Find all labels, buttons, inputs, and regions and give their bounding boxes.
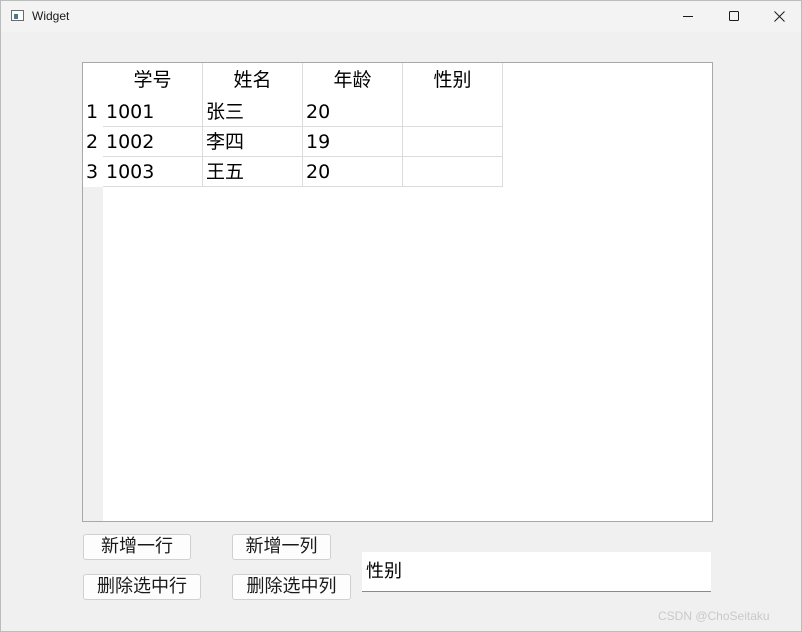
column-header-gender[interactable]: 性别 <box>403 63 503 97</box>
row-header[interactable]: 3 <box>83 157 103 187</box>
delete-selected-column-button[interactable]: 删除选中列 <box>232 574 351 600</box>
window-title: Widget <box>32 9 70 23</box>
table-cell[interactable]: 20 <box>303 97 403 127</box>
table-cell[interactable]: 张三 <box>203 97 303 127</box>
table-corner[interactable] <box>83 63 103 97</box>
table-cell[interactable]: 1002 <box>103 127 203 157</box>
minimize-button[interactable] <box>665 1 711 32</box>
row-header[interactable]: 1 <box>83 97 103 127</box>
title-bar[interactable]: Widget <box>1 1 801 32</box>
table-cell[interactable] <box>403 127 503 157</box>
table-cell[interactable] <box>403 157 503 187</box>
row-header[interactable]: 2 <box>83 127 103 157</box>
close-button[interactable] <box>756 1 802 32</box>
table-cell[interactable] <box>403 97 503 127</box>
add-row-button[interactable]: 新增一行 <box>83 534 191 560</box>
minimize-icon <box>683 16 693 17</box>
add-column-button[interactable]: 新增一列 <box>232 534 331 560</box>
table-cell[interactable]: 王五 <box>203 157 303 187</box>
watermark: CSDN @ChoSeitaku <box>658 609 770 623</box>
column-name-input[interactable]: 性别 <box>362 552 711 592</box>
window-icon <box>11 10 24 21</box>
maximize-button[interactable] <box>711 1 757 32</box>
student-table[interactable]: 学号 姓名 年龄 性别 1 2 3 1001 张三 20 1002 李四 19 … <box>82 62 713 522</box>
column-header-name[interactable]: 姓名 <box>203 63 303 97</box>
maximize-icon <box>729 11 739 21</box>
table-cell[interactable]: 19 <box>303 127 403 157</box>
column-header-age[interactable]: 年龄 <box>303 63 403 97</box>
column-header-student-id[interactable]: 学号 <box>103 63 203 97</box>
close-icon <box>774 11 785 22</box>
delete-selected-row-button[interactable]: 删除选中行 <box>83 574 201 600</box>
table-cell[interactable]: 1001 <box>103 97 203 127</box>
table-cell[interactable]: 李四 <box>203 127 303 157</box>
table-cell[interactable]: 20 <box>303 157 403 187</box>
app-window: Widget 学号 姓名 年龄 性别 1 2 3 1001 张三 20 1002… <box>0 0 802 632</box>
table-cell[interactable]: 1003 <box>103 157 203 187</box>
